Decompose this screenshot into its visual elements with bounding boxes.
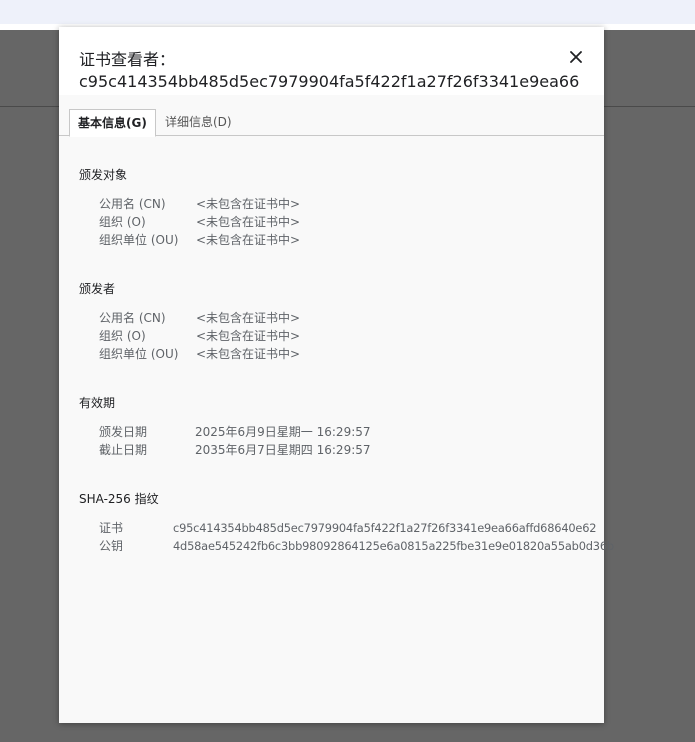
row-label: 组织单位 (OU) bbox=[99, 233, 179, 247]
row-label: 公用名 (CN) bbox=[99, 311, 166, 325]
row-label: 组织单位 (OU) bbox=[99, 347, 179, 361]
row-value: <未包含在证书中> bbox=[196, 233, 301, 247]
close-icon bbox=[570, 51, 582, 63]
row-label: 公用名 (CN) bbox=[99, 197, 166, 211]
certificate-viewer-dialog: 证书查看者： c95c414354bb485d5ec7979904fa5f422… bbox=[59, 27, 614, 723]
section-title-issuer: 颁发者 bbox=[79, 282, 116, 296]
row-label: 组织 (O) bbox=[99, 215, 146, 229]
dialog-title: 证书查看者： c95c414354bb485d5ec7979904fa5f422… bbox=[79, 49, 580, 93]
row-value: 2025年6月9日星期一 16:29:57 bbox=[195, 425, 371, 439]
row-label: 组织 (O) bbox=[99, 329, 146, 343]
row-value: 4d58ae545242fb6c3bb98092864125e6a0815a22… bbox=[173, 539, 614, 553]
tab-details[interactable]: 详细信息(D) bbox=[157, 109, 240, 135]
row-value: c95c414354bb485d5ec7979904fa5f422f1a27f2… bbox=[173, 521, 597, 535]
dialog-header: 证书查看者： c95c414354bb485d5ec7979904fa5f422… bbox=[59, 27, 604, 95]
tab-bar: 基本信息(G) 详细信息(D) bbox=[59, 109, 604, 137]
section-title-subject: 颁发对象 bbox=[79, 168, 128, 182]
section-title-fingerprints: SHA-256 指纹 bbox=[79, 492, 159, 506]
row-value: <未包含在证书中> bbox=[196, 215, 301, 229]
row-value: 2035年6月7日星期四 16:29:57 bbox=[195, 443, 371, 457]
section-title-validity: 有效期 bbox=[79, 396, 116, 410]
row-label: 颁发日期 bbox=[99, 425, 148, 439]
row-label: 公钥 bbox=[99, 539, 124, 553]
row-value: <未包含在证书中> bbox=[196, 197, 301, 211]
row-value: <未包含在证书中> bbox=[196, 329, 301, 343]
close-button[interactable] bbox=[566, 47, 586, 67]
row-label: 截止日期 bbox=[99, 443, 148, 457]
tab-general[interactable]: 基本信息(G) bbox=[69, 109, 156, 137]
dialog-title-hash: c95c414354bb485d5ec7979904fa5f422f1a27f2… bbox=[79, 72, 580, 91]
row-value: <未包含在证书中> bbox=[196, 311, 301, 325]
dialog-title-label: 证书查看者： bbox=[79, 50, 176, 69]
row-value: <未包含在证书中> bbox=[196, 347, 301, 361]
row-label: 证书 bbox=[99, 521, 124, 535]
